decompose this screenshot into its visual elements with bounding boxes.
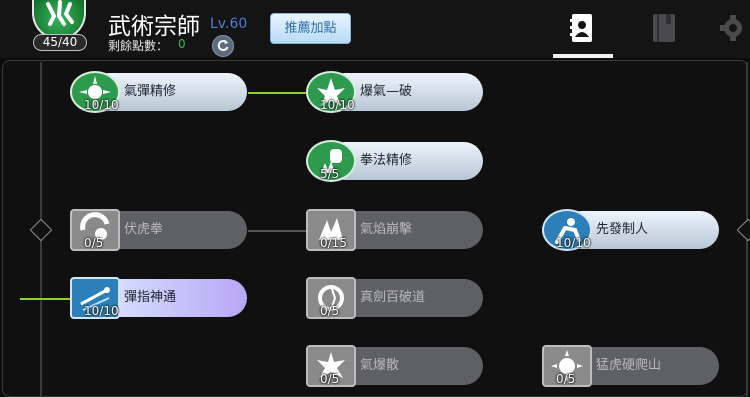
skill-count: 10/10 bbox=[320, 98, 355, 112]
skill-node-true-sword[interactable]: 真劍百破道 0/5 bbox=[306, 277, 486, 319]
tab-gear[interactable] bbox=[716, 8, 750, 52]
gear-icon bbox=[716, 13, 746, 47]
skill-header: 45/40 武術宗師 Lv.60 剩餘點數： 0 推薦加點 bbox=[0, 0, 750, 58]
skill-count: 0/15 bbox=[320, 236, 347, 250]
skill-node-qi-bullet-mastery[interactable]: 氣彈精修 10/10 bbox=[70, 71, 250, 113]
skill-node-flame-strike[interactable]: 氣焰崩擊 0/15 bbox=[306, 209, 486, 251]
skill-count: 0/5 bbox=[320, 372, 340, 386]
skill-count: 10/10 bbox=[84, 304, 119, 318]
tab-skills[interactable] bbox=[553, 8, 611, 52]
class-level-badge: 45/40 bbox=[33, 34, 87, 51]
skill-node-tiger-fist[interactable]: 伏虎拳 0/5 bbox=[70, 209, 250, 251]
tab-book[interactable] bbox=[635, 8, 693, 52]
skill-count: 5/5 bbox=[320, 167, 340, 181]
skill-node-finger-flick[interactable]: 彈指神通 10/10 bbox=[70, 277, 250, 319]
connector-into-6 bbox=[20, 298, 72, 300]
skill-node-preemptive-strike[interactable]: 先發制人 10/10 bbox=[542, 209, 722, 251]
skill-count: 0/5 bbox=[556, 372, 576, 386]
active-tab-indicator bbox=[553, 54, 613, 58]
points-label: 剩餘點數： bbox=[108, 39, 169, 53]
recommend-button[interactable]: 推薦加點 bbox=[270, 13, 351, 44]
skill-count: 10/10 bbox=[556, 236, 591, 250]
skill-count: 0/5 bbox=[320, 304, 340, 318]
reset-button[interactable] bbox=[212, 35, 234, 57]
skill-count: 10/10 bbox=[84, 98, 119, 112]
connector-1-2 bbox=[248, 92, 308, 94]
skill-node-qi-burst-break[interactable]: 爆氣—破 10/10 bbox=[306, 71, 486, 113]
skill-node-qi-explosion[interactable]: 氣爆散 0/5 bbox=[306, 345, 486, 387]
skill-node-fierce-tiger[interactable]: 猛虎硬爬山 0/5 bbox=[542, 345, 722, 387]
refresh-icon bbox=[216, 37, 230, 56]
book-icon bbox=[651, 13, 677, 47]
class-emblem: 45/40 bbox=[30, 0, 88, 51]
connector-4-5 bbox=[248, 230, 308, 232]
page-title: 武術宗師 bbox=[108, 14, 200, 40]
points-value: 0 bbox=[178, 37, 186, 51]
level-label: Lv.60 bbox=[210, 16, 248, 32]
skill-node-fist-mastery[interactable]: 拳法精修 5/5 bbox=[306, 140, 486, 182]
contact-card-icon bbox=[569, 13, 595, 47]
skill-count: 0/5 bbox=[84, 236, 104, 250]
